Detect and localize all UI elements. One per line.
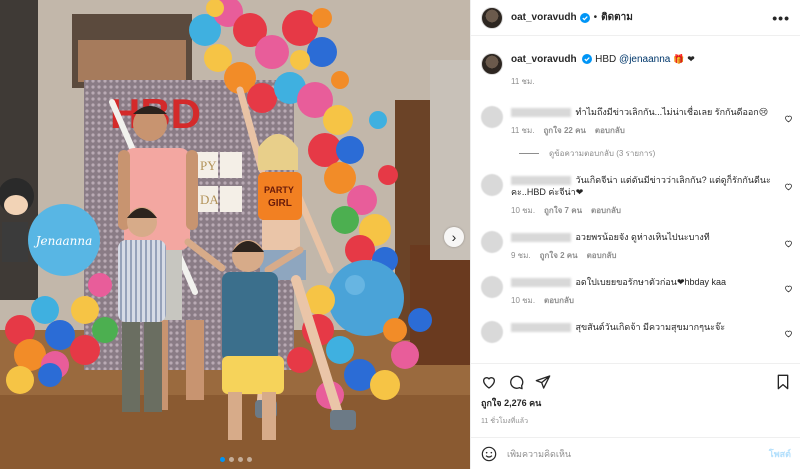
posted-time: 11 ชั่วโมงที่แล้ว	[481, 418, 529, 425]
next-image-button[interactable]: ›	[444, 227, 464, 247]
comment-input[interactable]	[507, 448, 769, 459]
comment-time: 9 ชม.	[511, 251, 531, 260]
commenter-username-blurred[interactable]	[511, 323, 571, 333]
comment-item: สุขสันต์วันเกิดจ้า มีความสุขมากๆนะจ๊ะ	[471, 321, 800, 343]
commenter-username-blurred[interactable]	[511, 278, 571, 288]
comment-text: ทำไมถึงมีข่าวเลิกกัน...ไม่น่าเชื่อเลย รั…	[575, 107, 769, 117]
follow-button[interactable]: ติดตาม	[601, 10, 633, 25]
carousel-dots	[220, 457, 252, 462]
shirt-text-party: PARTY	[264, 185, 294, 195]
caption-mention-link[interactable]: @jenaanna	[619, 54, 670, 65]
action-icons	[471, 364, 800, 390]
comment-like-heart-icon[interactable]	[784, 329, 793, 338]
commenter-avatar[interactable]	[481, 106, 503, 128]
comment-reply-button[interactable]: ตอบกลับ	[595, 125, 625, 137]
carousel-dot-active	[220, 457, 225, 462]
comment-icon[interactable]	[508, 374, 524, 390]
carousel-dot	[229, 457, 234, 462]
carousel-dot	[247, 457, 252, 462]
likes-count[interactable]: ถูกใจ 2,276 คน	[471, 390, 800, 410]
caption-text: HBD	[595, 54, 617, 65]
comment-time: 10 ชม.	[511, 296, 536, 305]
emoji-smiley-icon[interactable]	[481, 446, 497, 462]
verified-badge-icon	[582, 54, 593, 65]
commenter-avatar[interactable]	[481, 321, 503, 343]
comment-reply-button[interactable]: ตอบกลับ	[544, 295, 574, 307]
caption-time: 11 ชม.	[511, 77, 535, 86]
comment-like-heart-icon[interactable]	[784, 284, 793, 293]
comment-time: 11 ชม.	[511, 126, 535, 135]
comment-item: วันเกิดจีน่า แต่ดันมีข่าวว่าเลิกกัน? แต่…	[471, 174, 800, 217]
comment-time: 10 ชม.	[511, 206, 536, 215]
commenter-username-blurred[interactable]	[511, 233, 571, 243]
bunting-text-1: PY	[200, 158, 217, 173]
carousel-dot	[238, 457, 243, 462]
commenter-avatar[interactable]	[481, 231, 503, 253]
bunting-text-2: DA	[200, 192, 219, 207]
bookmark-icon[interactable]	[775, 374, 791, 390]
add-comment-bar: โพสต์	[471, 437, 800, 469]
caption-username[interactable]: oat_voravudh	[511, 54, 577, 65]
comment-likes[interactable]: ถูกใจ 2 คน	[540, 250, 578, 262]
comment-item: อดใปเบยยขอรักษาตัวก่อน❤hbday kaa 10 ชม. …	[471, 276, 800, 307]
comment-reply-button[interactable]: ตอบกลับ	[591, 205, 621, 217]
caption-emojis: 🎁 ❤	[673, 55, 695, 65]
comment-text: อวยพรน้อยจัง ดูห่างเหินไปนะบางที	[575, 232, 710, 242]
post-caption: oat_voravudh HBD @jenaanna 🎁 ❤ 11 ชม.	[471, 37, 800, 88]
comment-item: ทำไมถึงมีข่าวเลิกกัน...ไม่น่าเชื่อเลย รั…	[471, 106, 800, 137]
comment-item: อวยพรน้อยจัง ดูห่างเหินไปนะบางที 9 ชม. ถ…	[471, 231, 800, 262]
commenter-username-blurred[interactable]	[511, 108, 571, 118]
jenaanna-balloon-text: Jenaanna	[33, 234, 93, 248]
view-replies-button[interactable]: ดูข้อความตอบกลับ (3 รายการ)	[519, 147, 800, 160]
comment-like-heart-icon[interactable]	[784, 239, 793, 248]
comments-list[interactable]: oat_voravudh HBD @jenaanna 🎁 ❤ 11 ชม. ทำ…	[471, 37, 800, 363]
comment-text: อดใปเบยยขอรักษาตัวก่อน❤hbday kaa	[575, 277, 727, 287]
author-avatar[interactable]	[481, 6, 503, 29]
post-comment-button[interactable]: โพสต์	[769, 447, 791, 461]
comment-like-heart-icon[interactable]	[784, 182, 793, 191]
caption-avatar[interactable]	[481, 53, 503, 75]
shirt-text-girl: GIRL	[268, 198, 292, 209]
comment-like-heart-icon[interactable]	[784, 114, 793, 123]
party-photo-illustration: HBD PY DA	[0, 0, 470, 469]
post-actions: ถูกใจ 2,276 คน 11 ชั่วโมงที่แล้ว โพสต์	[471, 363, 800, 469]
comment-likes[interactable]: ถูกใจ 22 คน	[543, 125, 585, 137]
share-icon[interactable]	[535, 374, 551, 390]
comment-text: สุขสันต์วันเกิดจ้า มีความสุขมากๆนะจ๊ะ	[575, 322, 726, 332]
comment-likes[interactable]: ถูกใจ 7 คน	[544, 205, 582, 217]
comment-reply-button[interactable]: ตอบกลับ	[587, 250, 617, 262]
more-options-icon[interactable]: •••	[772, 10, 790, 26]
commenter-username-blurred[interactable]	[511, 176, 571, 186]
verified-badge-icon	[579, 12, 590, 23]
header-separator: •	[593, 12, 598, 23]
commenter-avatar[interactable]	[481, 276, 503, 298]
post-photo[interactable]: HBD PY DA	[0, 0, 470, 469]
view-replies-label: ดูข้อความตอบกลับ (3 รายการ)	[549, 149, 656, 158]
author-username[interactable]: oat_voravudh	[511, 12, 577, 23]
post-header: oat_voravudh • ติดตาม •••	[471, 0, 800, 36]
like-heart-icon[interactable]	[481, 374, 497, 390]
replies-line	[519, 153, 539, 154]
commenter-avatar[interactable]	[481, 174, 503, 196]
post-side-panel: oat_voravudh • ติดตาม ••• oat_voravudh H…	[470, 0, 800, 469]
